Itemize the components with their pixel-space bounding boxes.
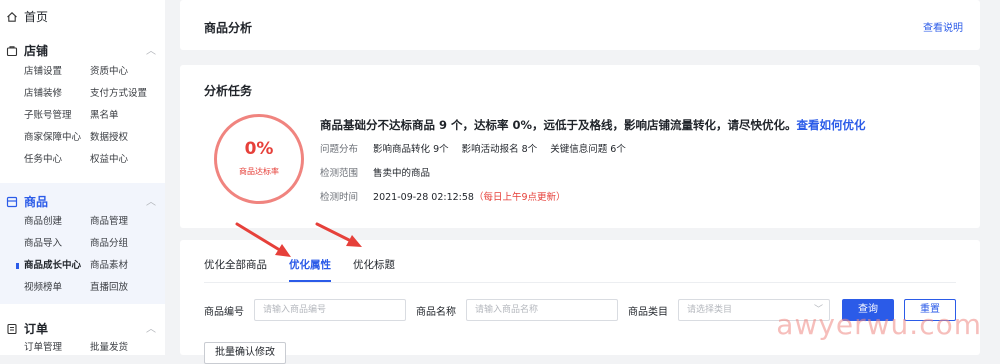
sidebar-item-label: 首页 — [24, 10, 49, 24]
order-icon — [6, 323, 18, 335]
problem-item: 关键信息问题 6个 — [550, 144, 626, 155]
batch-confirm-button[interactable]: 批量确认修改 — [204, 342, 286, 364]
sidebar-item-data-auth[interactable]: 数据授权 — [90, 127, 166, 149]
tab-divider — [204, 282, 956, 283]
task-summary: 商品基础分不达标商品 9 个，达标率 0%，远低于及格线，影响店铺流量转化，请尽… — [320, 117, 866, 133]
sidebar-section-title: 订单 — [24, 322, 49, 336]
sidebar-item-store-settings[interactable]: 店铺设置 — [24, 61, 90, 83]
page-title: 商品分析 — [204, 21, 253, 35]
category-placeholder: 请选择类目 — [687, 305, 733, 315]
sidebar-item-goods-material[interactable]: 商品素材 — [90, 255, 166, 277]
time-value: 2021-09-28 02:12:58 — [373, 192, 474, 203]
sidebar-section-orders[interactable]: 订单 ︿ — [6, 320, 156, 337]
task-info: 商品基础分不达标商品 9 个，达标率 0%，远低于及格线，影响店铺流量转化，请尽… — [320, 117, 866, 203]
pass-rate-value: 0% — [244, 139, 274, 159]
goods-icon — [6, 196, 18, 208]
sidebar-item-live-replay[interactable]: 直播回放 — [90, 277, 166, 299]
store-submenu: 店铺设置 资质中心 店铺装修 支付方式设置 子账号管理 黑名单 商家保障中心 数… — [24, 61, 166, 171]
sidebar-item-store-decoration[interactable]: 店铺装修 — [24, 83, 90, 105]
sidebar-item-payment[interactable]: 支付方式设置 — [90, 83, 166, 105]
summary-text: 商品基础分不达标商品 9 个，达标率 0%，远低于及格线，影响店铺流量转化，请尽… — [320, 118, 797, 132]
sidebar-section-goods[interactable]: 商品 ︿ — [6, 193, 156, 210]
time-row: 检测时间 2021-09-28 02:12:58（每日上午9点更新） — [320, 189, 866, 203]
header-card: 商品分析 查看说明 — [180, 0, 980, 50]
sidebar-item-batch-ship[interactable]: 批量发货 — [90, 337, 166, 359]
tab-optimize-title[interactable]: 优化标题 — [353, 257, 395, 282]
pass-rate-gauge: 0% 商品达标率 — [214, 114, 304, 204]
annotation-arrow-icon — [235, 222, 291, 257]
product-code-label: 商品编号 — [204, 306, 244, 318]
sidebar-item-order-manage[interactable]: 订单管理 — [24, 337, 90, 359]
sidebar-item-subaccount[interactable]: 子账号管理 — [24, 105, 90, 127]
sidebar: 首页 店铺 ︿ 店铺设置 资质中心 店铺装修 支付方式设置 子账号管理 黑名单 … — [0, 0, 165, 355]
sidebar-item-goods-manage[interactable]: 商品管理 — [90, 211, 166, 233]
sidebar-item-qualification[interactable]: 资质中心 — [90, 61, 166, 83]
sidebar-item-goods-create[interactable]: 商品创建 — [24, 211, 90, 233]
product-name-label: 商品名称 — [416, 306, 456, 318]
sidebar-item-goods-group[interactable]: 商品分组 — [90, 233, 166, 255]
product-code-input[interactable]: 请输入商品编号 — [254, 299, 406, 321]
sidebar-item-merchant-guarantee[interactable]: 商家保障中心 — [24, 127, 90, 149]
sidebar-item-blacklist[interactable]: 黑名单 — [90, 105, 166, 127]
sidebar-section-title: 商品 — [24, 195, 49, 209]
annotation-arrow-icon — [315, 222, 362, 247]
watermark: awyerwu.com — [776, 308, 982, 341]
sidebar-section-store[interactable]: 店铺 ︿ — [6, 42, 156, 59]
product-name-input[interactable]: 请输入商品名称 — [466, 299, 618, 321]
category-label: 商品类目 — [628, 306, 668, 318]
tab-optimize-attributes[interactable]: 优化属性 — [289, 257, 331, 282]
problem-item: 影响商品转化 9个 — [373, 144, 449, 155]
sidebar-item-rights-center[interactable]: 权益中心 — [90, 149, 166, 171]
problem-label: 问题分布 — [320, 144, 359, 155]
home-icon — [6, 11, 18, 23]
scope-label: 检测范围 — [320, 168, 359, 179]
sidebar-item-video-ranking[interactable]: 视频榜单 — [24, 277, 90, 299]
sidebar-item-task-center[interactable]: 任务中心 — [24, 149, 90, 171]
section-title: 分析任务 — [204, 84, 253, 98]
goods-submenu: 商品创建 商品管理 商品导入 商品分组 商品成长中心 商品素材 视频榜单 直播回… — [16, 211, 166, 299]
chevron-up-icon[interactable]: ︿ — [146, 193, 156, 208]
sidebar-item-goods-growth[interactable]: 商品成长中心 — [16, 255, 90, 277]
pass-rate-label: 商品达标率 — [239, 167, 279, 176]
update-note: （每日上午9点更新） — [473, 192, 566, 203]
sidebar-section-title: 店铺 — [24, 44, 49, 58]
time-label: 检测时间 — [320, 192, 359, 203]
how-to-optimize-link[interactable]: 查看如何优化 — [797, 118, 866, 132]
problem-item: 影响活动报名 8个 — [461, 144, 538, 155]
orders-submenu: 订单管理 批量发货 — [24, 337, 166, 359]
problem-row: 问题分布 影响商品转化 9个 影响活动报名 8个 关键信息问题 6个 — [320, 141, 866, 155]
scope-value: 售卖中的商品 — [373, 168, 431, 179]
chevron-up-icon[interactable]: ︿ — [146, 320, 156, 335]
optimize-tabs: 优化全部商品 优化属性 优化标题 — [204, 257, 395, 282]
chevron-up-icon[interactable]: ︿ — [146, 42, 156, 57]
sidebar-item-home[interactable]: 首页 — [6, 8, 48, 25]
help-link[interactable]: 查看说明 — [923, 19, 963, 34]
analysis-task-card: 分析任务 0% 商品达标率 商品基础分不达标商品 9 个，达标率 0%，远低于及… — [180, 65, 980, 228]
scope-row: 检测范围 售卖中的商品 — [320, 165, 866, 179]
sidebar-item-goods-import[interactable]: 商品导入 — [24, 233, 90, 255]
store-icon — [6, 45, 18, 57]
